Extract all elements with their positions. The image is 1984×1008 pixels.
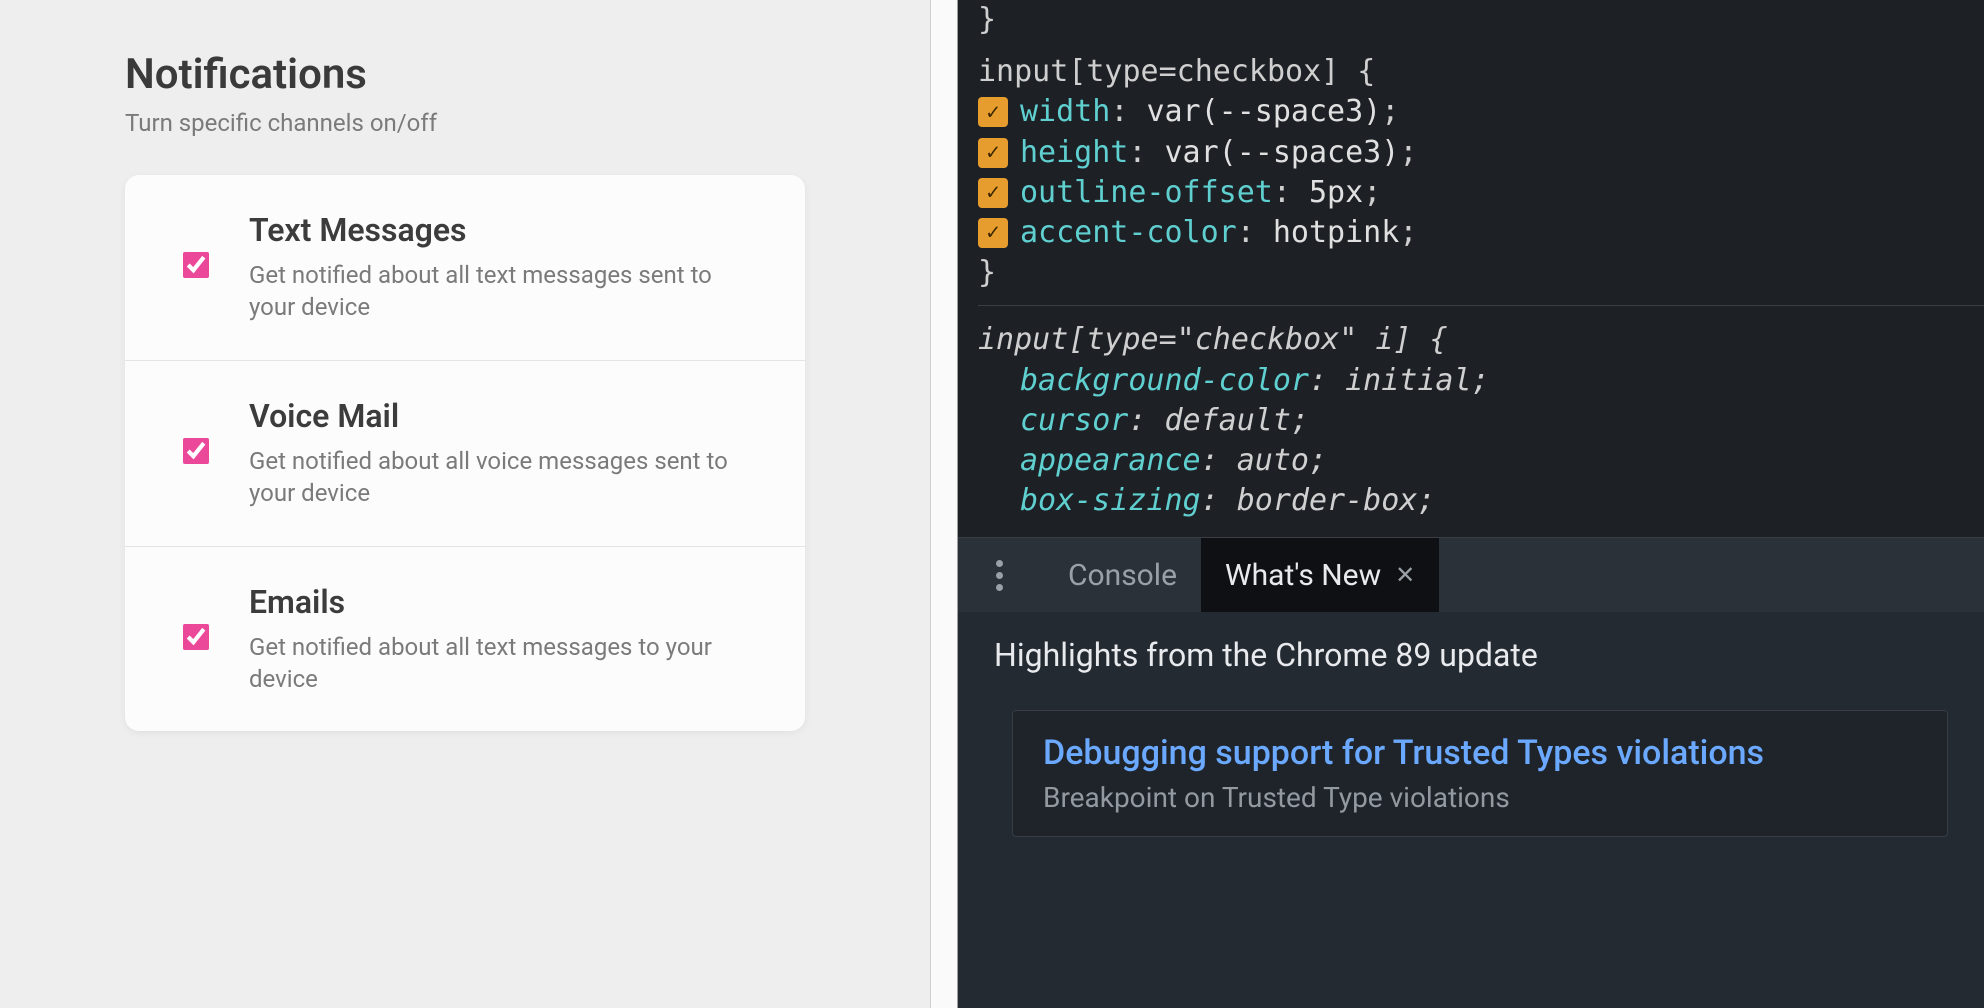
tab-console[interactable]: Console: [1044, 542, 1201, 609]
css-declaration: box-sizing: border-box;: [978, 481, 1984, 521]
css-prop-toggle-checked-icon[interactable]: ✓: [978, 218, 1008, 248]
css-prop-toggle-checked-icon[interactable]: ✓: [978, 97, 1008, 127]
kebab-menu-icon[interactable]: [986, 555, 1012, 595]
tab-label: What's New: [1225, 558, 1381, 593]
checkbox-emails[interactable]: [183, 624, 209, 650]
whats-new-card-subtitle: Breakpoint on Trusted Type violations: [1043, 781, 1917, 814]
css-rule-block-ua: input[type="checkbox" i] { background-co…: [978, 305, 1984, 521]
setting-title: Voice Mail: [249, 397, 757, 435]
devtools-drawer: Console What's New ✕ Highlights from the…: [958, 537, 1984, 1008]
page-subtitle: Turn specific channels on/off: [125, 109, 805, 137]
whats-new-card[interactable]: Debugging support for Trusted Types viol…: [1012, 710, 1948, 837]
setting-desc: Get notified about all voice messages se…: [249, 445, 757, 510]
devtools-panel: } input[type=checkbox] { ✓width: var(--s…: [958, 0, 1984, 1008]
css-rule-block-1[interactable]: input[type=checkbox] { ✓width: var(--spa…: [978, 52, 1984, 293]
panel-splitter[interactable]: [930, 0, 958, 1008]
css-declaration[interactable]: ✓height: var(--space3);: [978, 133, 1984, 173]
setting-title: Text Messages: [249, 211, 757, 249]
css-declaration[interactable]: ✓outline-offset: 5px;: [978, 173, 1984, 213]
css-declaration: cursor: default;: [978, 401, 1984, 441]
css-declaration[interactable]: ✓accent-color: hotpink;: [978, 213, 1984, 253]
css-declaration: background-color: initial;: [978, 361, 1984, 401]
css-brace-close: }: [978, 255, 996, 290]
css-prop-toggle-checked-icon[interactable]: ✓: [978, 178, 1008, 208]
page-title: Notifications: [125, 50, 805, 99]
css-selector[interactable]: input[type=checkbox] {: [978, 54, 1375, 89]
setting-voice-mail: Voice Mail Get notified about all voice …: [125, 361, 805, 547]
css-declaration: appearance: auto;: [978, 441, 1984, 481]
setting-text-messages: Text Messages Get notified about all tex…: [125, 175, 805, 361]
whats-new-heading: Highlights from the Chrome 89 update: [994, 636, 1948, 674]
setting-emails: Emails Get notified about all text messa…: [125, 547, 805, 732]
setting-desc: Get notified about all text messages sen…: [249, 259, 757, 324]
css-ua-selector: input[type="checkbox" i] {: [978, 322, 1448, 357]
tab-whats-new[interactable]: What's New ✕: [1201, 538, 1439, 612]
notifications-card: Text Messages Get notified about all tex…: [125, 175, 805, 731]
whats-new-card-title[interactable]: Debugging support for Trusted Types viol…: [1043, 733, 1917, 773]
drawer-tabbar: Console What's New ✕: [958, 538, 1984, 612]
css-prop-toggle-checked-icon[interactable]: ✓: [978, 138, 1008, 168]
css-declaration[interactable]: ✓width: var(--space3);: [978, 92, 1984, 132]
css-rule-block-0: }: [978, 0, 1984, 40]
setting-desc: Get notified about all text messages to …: [249, 631, 757, 696]
css-brace-close: }: [978, 2, 996, 37]
whats-new-content: Highlights from the Chrome 89 update Deb…: [958, 612, 1984, 861]
styles-panel[interactable]: } input[type=checkbox] { ✓width: var(--s…: [958, 0, 1984, 533]
checkbox-voice-mail[interactable]: [183, 438, 209, 464]
checkbox-text-messages[interactable]: [183, 252, 209, 278]
page-preview-panel: Notifications Turn specific channels on/…: [0, 0, 930, 1008]
close-icon[interactable]: ✕: [1395, 561, 1415, 589]
setting-title: Emails: [249, 583, 757, 621]
